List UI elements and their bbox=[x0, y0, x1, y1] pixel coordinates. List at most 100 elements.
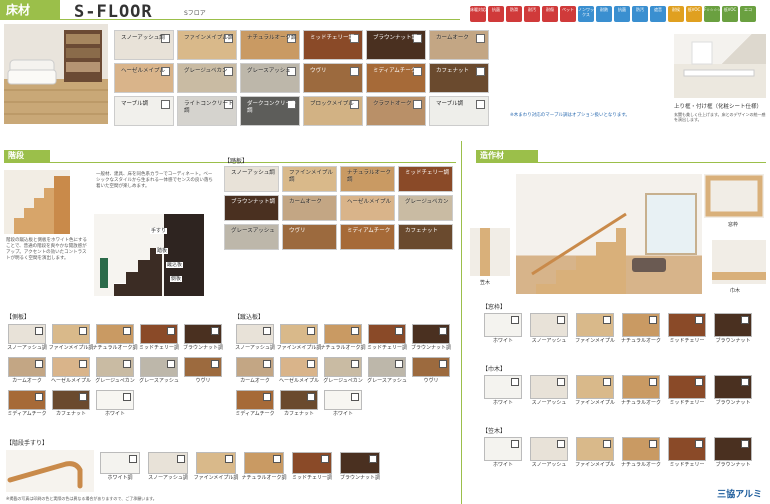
tread-swatch[interactable]: スノーアッシュ調 bbox=[224, 166, 279, 192]
swatch-checkbox[interactable] bbox=[649, 440, 657, 448]
swatch-checkbox[interactable] bbox=[511, 378, 519, 386]
swatch-checkbox[interactable] bbox=[741, 316, 749, 324]
swatch-checkbox[interactable] bbox=[695, 440, 703, 448]
tread-swatch[interactable]: ブラウンナット調 bbox=[224, 195, 279, 221]
rail-swatch[interactable] bbox=[196, 452, 236, 474]
swatch-checkbox[interactable] bbox=[741, 440, 749, 448]
riser-swatch[interactable] bbox=[412, 357, 450, 377]
side-board-swatch[interactable] bbox=[52, 324, 90, 344]
floor-swatch[interactable]: クラフトオーク bbox=[366, 96, 426, 126]
floor-swatch[interactable]: カフェナット bbox=[429, 63, 489, 93]
zosaku-swatch[interactable] bbox=[576, 437, 614, 461]
zosaku-swatch[interactable] bbox=[484, 437, 522, 461]
rail-swatch[interactable] bbox=[100, 452, 140, 474]
floor-swatch[interactable]: ナチュラルオーク調 bbox=[240, 30, 300, 60]
riser-swatch[interactable] bbox=[236, 324, 274, 344]
swatch-checkbox[interactable] bbox=[649, 316, 657, 324]
zosaku-swatch[interactable] bbox=[668, 375, 706, 399]
zosaku-swatch[interactable] bbox=[530, 313, 568, 337]
zosaku-swatch[interactable] bbox=[714, 313, 752, 337]
zosaku-swatch[interactable] bbox=[530, 375, 568, 399]
swatch-checkbox[interactable] bbox=[511, 440, 519, 448]
riser-swatch[interactable] bbox=[280, 357, 318, 377]
tread-swatch[interactable]: カームオーク bbox=[282, 195, 337, 221]
riser-swatch[interactable] bbox=[324, 357, 362, 377]
riser-swatch[interactable] bbox=[324, 390, 362, 410]
swatch-checkbox[interactable] bbox=[35, 327, 43, 335]
side-board-swatch[interactable] bbox=[8, 390, 46, 410]
swatch-checkbox[interactable] bbox=[35, 360, 43, 368]
side-board-swatch[interactable] bbox=[52, 357, 90, 377]
rail-swatch[interactable] bbox=[340, 452, 380, 474]
swatch-checkbox[interactable] bbox=[263, 327, 271, 335]
floor-swatch[interactable]: マーブル調 bbox=[114, 96, 174, 126]
swatch-checkbox[interactable] bbox=[167, 360, 175, 368]
side-board-swatch[interactable] bbox=[8, 357, 46, 377]
side-board-swatch[interactable] bbox=[140, 324, 178, 344]
side-board-swatch[interactable] bbox=[96, 390, 134, 410]
swatch-checkbox[interactable] bbox=[395, 327, 403, 335]
side-board-swatch[interactable] bbox=[184, 357, 222, 377]
swatch-checkbox[interactable] bbox=[369, 455, 377, 463]
zosaku-swatch[interactable] bbox=[622, 313, 660, 337]
floor-swatch[interactable]: ヘーゼルメイプル bbox=[114, 63, 174, 93]
swatch-checkbox[interactable] bbox=[603, 378, 611, 386]
tread-swatch[interactable]: ヘーゼルメイプル bbox=[340, 195, 395, 221]
riser-swatch[interactable] bbox=[280, 324, 318, 344]
swatch-checkbox[interactable] bbox=[79, 393, 87, 401]
side-board-swatch[interactable] bbox=[184, 324, 222, 344]
swatch-checkbox[interactable] bbox=[211, 327, 219, 335]
swatch-checkbox[interactable] bbox=[511, 316, 519, 324]
swatch-checkbox[interactable] bbox=[161, 100, 170, 109]
swatch-checkbox[interactable] bbox=[557, 378, 565, 386]
swatch-checkbox[interactable] bbox=[167, 327, 175, 335]
swatch-checkbox[interactable] bbox=[123, 327, 131, 335]
swatch-checkbox[interactable] bbox=[129, 455, 137, 463]
floor-swatch[interactable]: ファインメイプル調 bbox=[177, 30, 237, 60]
tread-swatch[interactable]: ナチュラルオーク調 bbox=[340, 166, 395, 192]
floor-swatch[interactable]: スノーアッシュ調 bbox=[114, 30, 174, 60]
tread-swatch[interactable]: ミッドチェリー調 bbox=[398, 166, 453, 192]
swatch-checkbox[interactable] bbox=[395, 360, 403, 368]
swatch-checkbox[interactable] bbox=[351, 327, 359, 335]
swatch-checkbox[interactable] bbox=[225, 455, 233, 463]
swatch-checkbox[interactable] bbox=[123, 360, 131, 368]
side-board-swatch[interactable] bbox=[52, 390, 90, 410]
zosaku-swatch[interactable] bbox=[668, 313, 706, 337]
zosaku-swatch[interactable] bbox=[622, 375, 660, 399]
swatch-checkbox[interactable] bbox=[476, 67, 485, 76]
tread-swatch[interactable]: ミディアムチーク bbox=[340, 224, 395, 250]
side-board-swatch[interactable] bbox=[96, 357, 134, 377]
zosaku-swatch[interactable] bbox=[714, 375, 752, 399]
swatch-checkbox[interactable] bbox=[307, 393, 315, 401]
swatch-checkbox[interactable] bbox=[307, 360, 315, 368]
tread-swatch[interactable]: グレースアッシュ bbox=[224, 224, 279, 250]
swatch-checkbox[interactable] bbox=[123, 393, 131, 401]
swatch-checkbox[interactable] bbox=[307, 327, 315, 335]
swatch-checkbox[interactable] bbox=[476, 100, 485, 109]
swatch-checkbox[interactable] bbox=[263, 393, 271, 401]
swatch-checkbox[interactable] bbox=[695, 316, 703, 324]
riser-swatch[interactable] bbox=[236, 357, 274, 377]
swatch-checkbox[interactable] bbox=[476, 34, 485, 43]
zosaku-swatch[interactable] bbox=[484, 375, 522, 399]
side-board-swatch[interactable] bbox=[8, 324, 46, 344]
floor-swatch[interactable]: カームオーク bbox=[429, 30, 489, 60]
swatch-checkbox[interactable] bbox=[557, 316, 565, 324]
side-board-swatch[interactable] bbox=[96, 324, 134, 344]
tread-swatch[interactable]: ウヴリ bbox=[282, 224, 337, 250]
riser-swatch[interactable] bbox=[368, 357, 406, 377]
swatch-checkbox[interactable] bbox=[741, 378, 749, 386]
swatch-checkbox[interactable] bbox=[263, 360, 271, 368]
floor-swatch[interactable]: ダークコンクリート調 bbox=[240, 96, 300, 126]
side-board-swatch[interactable] bbox=[140, 357, 178, 377]
rail-swatch[interactable] bbox=[148, 452, 188, 474]
zosaku-swatch[interactable] bbox=[576, 313, 614, 337]
tread-swatch[interactable]: グレージュペカン bbox=[398, 195, 453, 221]
swatch-checkbox[interactable] bbox=[350, 67, 359, 76]
floor-swatch[interactable]: ブラウンナット調 bbox=[366, 30, 426, 60]
swatch-checkbox[interactable] bbox=[273, 455, 281, 463]
rail-swatch[interactable] bbox=[292, 452, 332, 474]
swatch-checkbox[interactable] bbox=[79, 327, 87, 335]
rail-swatch[interactable] bbox=[244, 452, 284, 474]
